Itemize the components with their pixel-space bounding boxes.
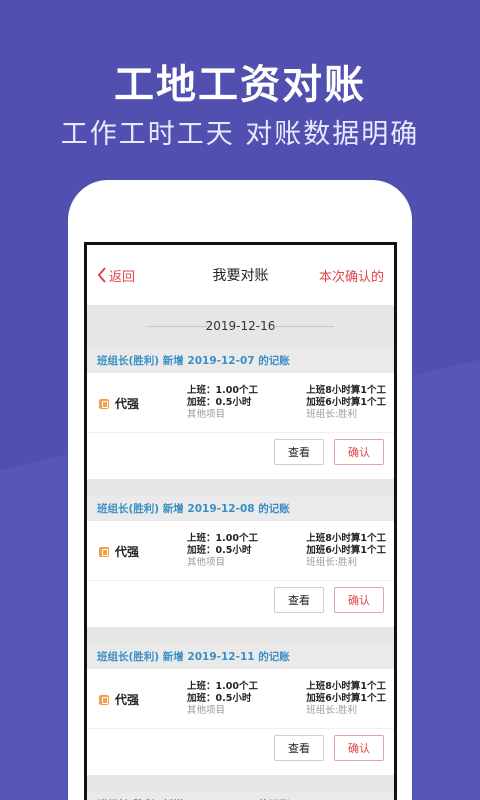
shift-rule: 上班8小时算1个工 bbox=[306, 533, 386, 544]
other-items: 其他项目 bbox=[187, 705, 226, 716]
date-label: 2019-12-16 bbox=[199, 319, 282, 333]
worker-icon bbox=[99, 398, 109, 409]
overtime-rule: 加班6小时算1个工 bbox=[306, 545, 386, 556]
back-button[interactable]: 返回 bbox=[97, 266, 135, 285]
worker: 代强 bbox=[99, 395, 139, 412]
date-separator: 2019-12-16 bbox=[87, 305, 394, 347]
confirm-button[interactable]: 确认 bbox=[334, 735, 384, 761]
leader-label: 班组长:胜利 bbox=[306, 557, 357, 568]
record-gap bbox=[87, 775, 394, 791]
worker-name: 代强 bbox=[115, 545, 140, 559]
work-details: 上班：1.00个工 加班：0.5小时 其他项目 bbox=[187, 385, 258, 421]
record-body: 代强 上班：1.00个工 加班：0.5小时 其他项目 上班8小时算1个工 加班6… bbox=[87, 373, 394, 433]
view-button[interactable]: 查看 bbox=[274, 735, 324, 761]
back-label: 返回 bbox=[109, 269, 136, 285]
record-header: 班组长(胜利) 新增 2019-12-11 的记账 bbox=[87, 643, 394, 669]
overtime-value: 加班：0.5小时 bbox=[187, 545, 252, 556]
overtime-value: 加班：0.5小时 bbox=[187, 693, 252, 704]
shift-value: 上班：1.00个工 bbox=[187, 533, 258, 544]
leader-label: 班组长:胜利 bbox=[306, 705, 357, 716]
overtime-rule: 加班6小时算1个工 bbox=[306, 397, 386, 408]
work-rules: 上班8小时算1个工 加班6小时算1个工 班组长:胜利 bbox=[306, 533, 386, 569]
work-details: 上班：1.00个工 加班：0.5小时 其他项目 bbox=[187, 533, 258, 569]
record-actions: 查看 确认 bbox=[87, 433, 394, 479]
chevron-left-icon bbox=[97, 267, 106, 283]
view-button[interactable]: 查看 bbox=[274, 439, 324, 465]
record-header: 班组长(胜利) 新增 2019-12-08 的记账 bbox=[87, 495, 394, 521]
record-header: 班组长(胜利) 新增 2019-12-07 的记账 bbox=[87, 347, 394, 373]
promo-headline: 工地工资对账 bbox=[114, 62, 366, 108]
promo-subline: 工作工时工天 对账数据明确 bbox=[60, 119, 420, 150]
record-card: 班组长(胜利) 新增 2019-12-08 的记账 代强 上班：1.00个工 加… bbox=[87, 495, 394, 627]
worker-icon bbox=[99, 546, 109, 557]
worker: 代强 bbox=[99, 543, 139, 560]
record-card: 班组长(胜利) 新增 2019-12-11 的记账 代强 上班：1.00个工 加… bbox=[87, 643, 394, 775]
shift-value: 上班：1.00个工 bbox=[187, 385, 258, 396]
record-body: 代强 上班：1.00个工 加班：0.5小时 其他项目 上班8小时算1个工 加班6… bbox=[87, 669, 394, 729]
worker-icon bbox=[99, 694, 109, 705]
work-details: 上班：1.00个工 加班：0.5小时 其他项目 bbox=[187, 681, 258, 717]
worker-name: 代强 bbox=[115, 693, 140, 707]
divider-line bbox=[147, 326, 207, 327]
other-items: 其他项目 bbox=[187, 409, 226, 420]
record-body: 代强 上班：1.00个工 加班：0.5小时 其他项目 上班8小时算1个工 加班6… bbox=[87, 521, 394, 581]
overtime-rule: 加班6小时算1个工 bbox=[306, 693, 386, 704]
confirmed-this-time-link[interactable]: 本次确认的 bbox=[319, 266, 384, 285]
shift-value: 上班：1.00个工 bbox=[187, 681, 258, 692]
app-screen: 返回 我要对账 本次确认的 2019-12-16 班组长(胜利) 新增 2019… bbox=[84, 242, 397, 800]
record-card: 班组长(胜利) 新增 2019-12-07 的记账 代强 上班：1.00个工 加… bbox=[87, 347, 394, 479]
record-gap bbox=[87, 479, 394, 495]
confirm-button[interactable]: 确认 bbox=[334, 439, 384, 465]
record-actions: 查看 确认 bbox=[87, 581, 394, 627]
worker-name: 代强 bbox=[115, 397, 140, 411]
work-rules: 上班8小时算1个工 加班6小时算1个工 班组长:胜利 bbox=[306, 681, 386, 717]
record-gap bbox=[87, 627, 394, 643]
confirm-button[interactable]: 确认 bbox=[334, 587, 384, 613]
shift-rule: 上班8小时算1个工 bbox=[306, 385, 386, 396]
leader-label: 班组长:胜利 bbox=[306, 409, 357, 420]
worker: 代强 bbox=[99, 691, 139, 708]
divider-line bbox=[274, 326, 334, 327]
navbar: 返回 我要对账 本次确认的 bbox=[87, 245, 394, 305]
work-rules: 上班8小时算1个工 加班6小时算1个工 班组长:胜利 bbox=[306, 385, 386, 421]
overtime-value: 加班：0.5小时 bbox=[187, 397, 252, 408]
other-items: 其他项目 bbox=[187, 557, 226, 568]
view-button[interactable]: 查看 bbox=[274, 587, 324, 613]
record-actions: 查看 确认 bbox=[87, 729, 394, 775]
shift-rule: 上班8小时算1个工 bbox=[306, 681, 386, 692]
record-header: 班组长(胜利) 新增 2019-12-13 的记账 bbox=[87, 791, 394, 800]
